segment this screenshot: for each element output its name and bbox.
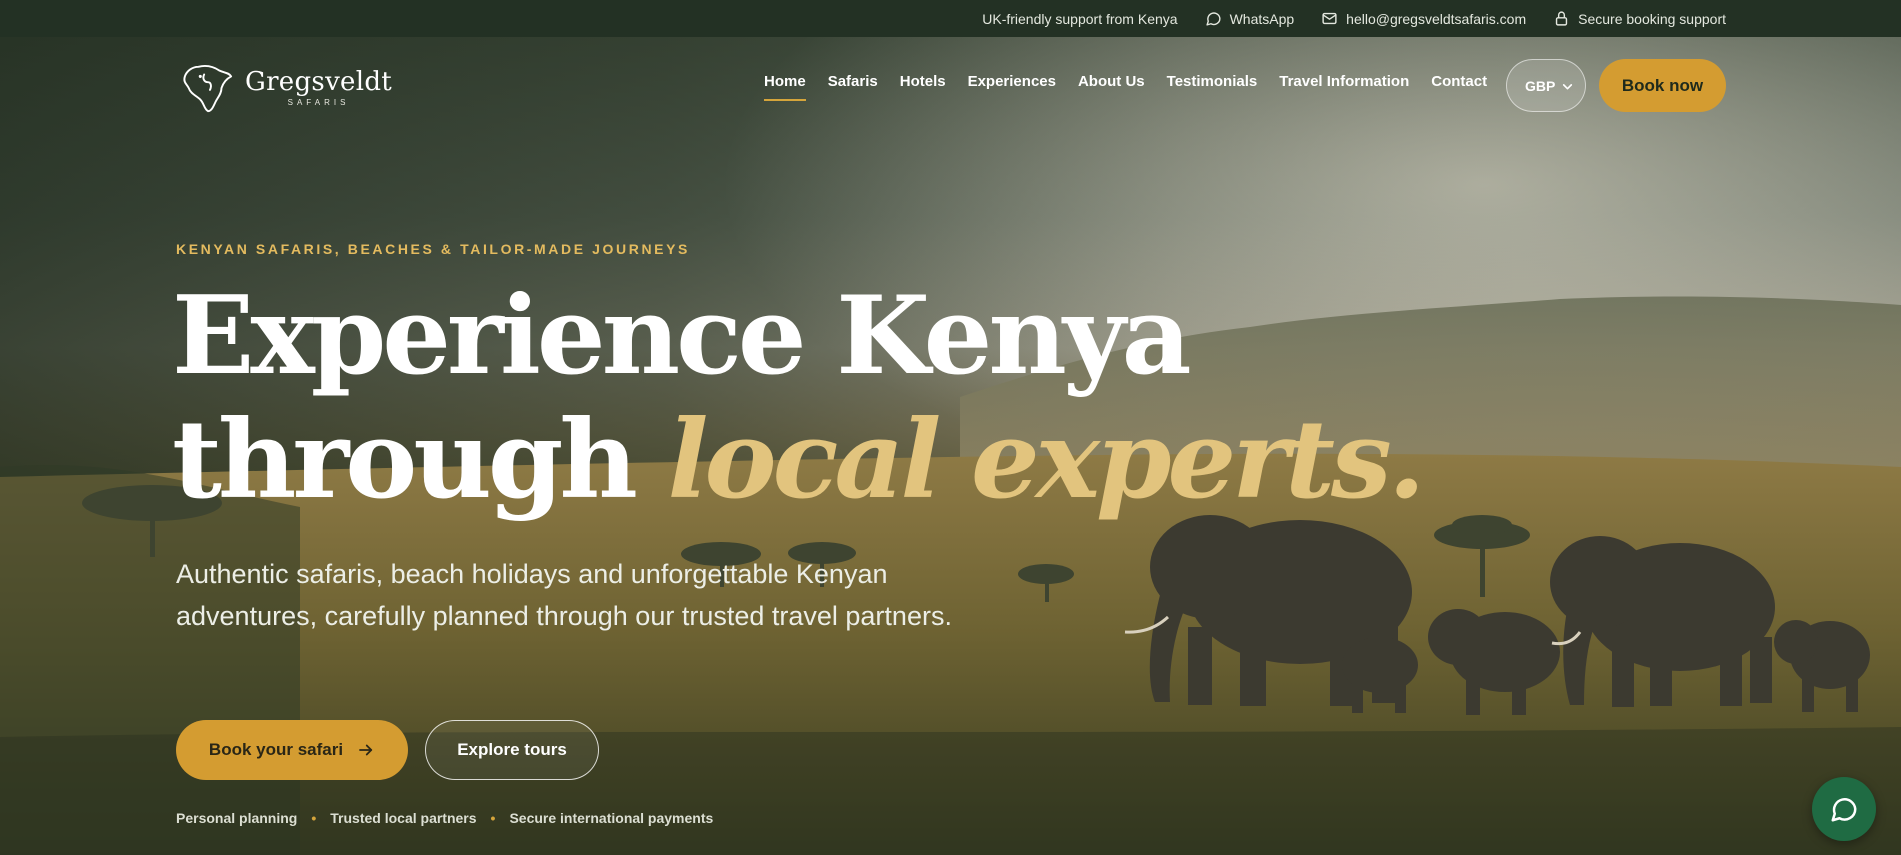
separator-dot: •: [490, 810, 496, 826]
support-text: UK-friendly support from Kenya: [982, 11, 1177, 27]
whatsapp-link[interactable]: WhatsApp: [1205, 10, 1295, 27]
speech-bubble-icon: [1205, 12, 1221, 26]
africa-elephant-logo-icon: [183, 65, 233, 113]
book-your-safari-button[interactable]: Book your safari: [176, 720, 408, 780]
headline-line-2-plain: through: [172, 397, 638, 523]
nav-contact[interactable]: Contact: [1431, 73, 1487, 101]
nav-hotels[interactable]: Hotels: [900, 73, 946, 101]
headline-line-1: Experience Kenya: [172, 273, 1192, 399]
separator-dot: •: [311, 810, 317, 826]
nav-about-us[interactable]: About Us: [1078, 73, 1145, 101]
chat-icon: [1831, 798, 1857, 822]
top-utility-bar: UK-friendly support from Kenya WhatsApp …: [0, 0, 1901, 37]
support-text-label: UK-friendly support from Kenya: [982, 10, 1178, 27]
envelope-icon: [1322, 12, 1337, 25]
main-navigation: Home Safaris Hotels Experiences About Us…: [764, 73, 1509, 101]
nav-safaris[interactable]: Safaris: [828, 73, 878, 101]
email-link[interactable]: hello@gregsveldtsafaris.com: [1321, 10, 1526, 27]
book-your-safari-label: Book your safari: [208, 740, 344, 759]
nav-experiences[interactable]: Experiences: [968, 73, 1056, 101]
site-logo[interactable]: Gregsveldt SAFARIS: [179, 61, 392, 115]
chevron-down-icon: [1562, 84, 1573, 90]
explore-tours-button[interactable]: Explore tours: [425, 720, 599, 780]
currency-value: GBP: [1525, 77, 1556, 94]
trust-point: Trusted local partners: [330, 810, 477, 826]
book-now-button[interactable]: Book now: [1599, 59, 1726, 112]
nav-home[interactable]: Home: [764, 73, 806, 101]
whatsapp-label: WhatsApp: [1229, 10, 1295, 27]
trust-point: Secure international payments: [509, 810, 714, 826]
secure-booking-link[interactable]: Secure booking support: [1553, 10, 1726, 27]
trust-point: Personal planning: [176, 810, 298, 826]
nav-travel-information[interactable]: Travel Information: [1279, 73, 1409, 101]
nav-testimonials[interactable]: Testimonials: [1167, 73, 1258, 101]
currency-selector[interactable]: GBP: [1506, 59, 1586, 112]
hero-eyebrow: KENYAN SAFARIS, BEACHES & TAILOR-MADE JO…: [176, 241, 690, 257]
chat-button[interactable]: [1812, 777, 1876, 841]
logo-subtitle: SAFARIS: [287, 98, 350, 107]
headline-line-2-accent: local experts.: [667, 397, 1426, 523]
secure-label: Secure booking support: [1578, 10, 1726, 27]
logo-wordmark: Gregsveldt: [245, 67, 393, 97]
hero-subcopy: Authentic safaris, beach holidays and un…: [176, 559, 952, 631]
arrow-right-icon: [359, 744, 373, 756]
hero-headline: Experience Kenya through local experts.: [172, 273, 1426, 523]
email-label: hello@gregsveldtsafaris.com: [1346, 10, 1527, 27]
lock-icon: [1555, 11, 1568, 26]
trust-points: Personal planning • Trusted local partne…: [176, 810, 713, 826]
